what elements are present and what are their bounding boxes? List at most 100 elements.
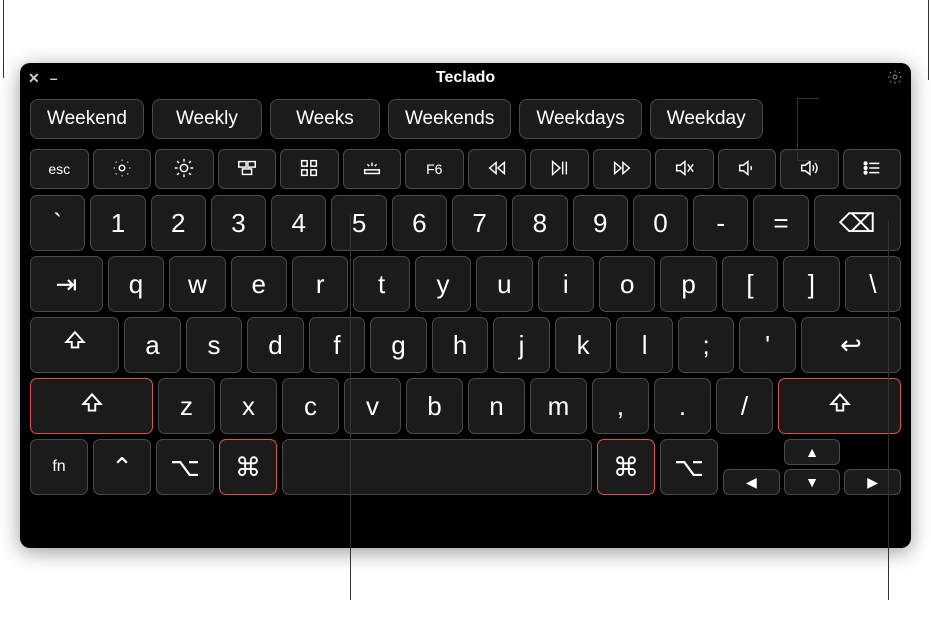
capslock-key[interactable] (30, 317, 119, 373)
key-l[interactable]: l (616, 317, 673, 373)
titlebar-controls: ✕ – (28, 69, 58, 87)
suggestion-item[interactable]: Weekend (30, 99, 144, 139)
mission-control-key[interactable] (218, 149, 277, 189)
suggestion-item[interactable]: Weekday (650, 99, 763, 139)
callout-line (797, 98, 819, 99)
key-8[interactable]: 8 (512, 195, 567, 251)
suggestion-item[interactable]: Weekly (152, 99, 262, 139)
key-c[interactable]: c (282, 378, 339, 434)
esc-key[interactable]: esc (30, 149, 89, 189)
key-slash[interactable]: / (716, 378, 773, 434)
key-u[interactable]: u (476, 256, 532, 312)
key-s[interactable]: s (186, 317, 243, 373)
f6-key[interactable]: F6 (405, 149, 464, 189)
key-4[interactable]: 4 (271, 195, 326, 251)
key-t[interactable]: t (353, 256, 409, 312)
key-r[interactable]: r (292, 256, 348, 312)
key-period[interactable]: . (654, 378, 711, 434)
spacebar-key[interactable] (282, 439, 592, 495)
shift-left-key[interactable] (30, 378, 153, 434)
key-h[interactable]: h (432, 317, 489, 373)
key-backtick[interactable]: ` (30, 195, 85, 251)
key-k[interactable]: k (555, 317, 612, 373)
arrow-down-key[interactable]: ▼ (784, 469, 841, 495)
minimize-icon[interactable]: – (50, 69, 58, 87)
play-pause-key[interactable] (530, 149, 589, 189)
key-e[interactable]: e (231, 256, 287, 312)
key-backslash[interactable]: \ (845, 256, 901, 312)
key-f[interactable]: f (309, 317, 366, 373)
key-y[interactable]: y (415, 256, 471, 312)
forward-icon (611, 157, 633, 182)
shift-right-key[interactable] (778, 378, 901, 434)
close-icon[interactable]: ✕ (28, 69, 40, 87)
gear-icon[interactable] (887, 72, 903, 88)
rewind-key[interactable] (468, 149, 527, 189)
volume-up-key[interactable] (780, 149, 839, 189)
mute-key[interactable] (655, 149, 714, 189)
key-i[interactable]: i (538, 256, 594, 312)
keyboard-window: ✕ – Teclado Weekend Weekly Weeks Weekend… (20, 63, 911, 548)
tab-key[interactable]: ⇥ (30, 256, 103, 312)
key-2[interactable]: 2 (151, 195, 206, 251)
key-0[interactable]: 0 (633, 195, 688, 251)
key-z[interactable]: z (158, 378, 215, 434)
key-w[interactable]: w (169, 256, 225, 312)
key-7[interactable]: 7 (452, 195, 507, 251)
suggestion-item[interactable]: Weekends (388, 99, 511, 139)
key-bracket-left[interactable]: [ (722, 256, 778, 312)
key-m[interactable]: m (530, 378, 587, 434)
key-q[interactable]: q (108, 256, 164, 312)
key-comma[interactable]: , (592, 378, 649, 434)
zxcv-row: z x c v b n m , . / (30, 378, 901, 434)
arrow-left-key[interactable]: ◀ (723, 469, 780, 495)
list-icon (861, 157, 883, 182)
key-g[interactable]: g (370, 317, 427, 373)
key-bracket-right[interactable]: ] (783, 256, 839, 312)
key-area: ` 1 2 3 4 5 6 7 8 9 0 - = ⌫ ⇥ q w e r t … (20, 195, 911, 505)
volume-down-key[interactable] (718, 149, 777, 189)
fn-key[interactable]: fn (30, 439, 88, 495)
forward-key[interactable] (593, 149, 652, 189)
arrow-right-key[interactable]: ▶ (844, 469, 901, 495)
key-minus[interactable]: - (693, 195, 748, 251)
key-quote[interactable]: ' (739, 317, 796, 373)
key-semicolon[interactable]: ; (678, 317, 735, 373)
list-menu-key[interactable] (843, 149, 902, 189)
arrow-up-key[interactable]: ▲ (784, 439, 840, 465)
rewind-icon (486, 157, 508, 182)
key-x[interactable]: x (220, 378, 277, 434)
callout-line (350, 215, 351, 600)
key-p[interactable]: p (660, 256, 716, 312)
key-d[interactable]: d (247, 317, 304, 373)
option-right-key[interactable]: ⌥ (660, 439, 718, 495)
key-o[interactable]: o (599, 256, 655, 312)
key-a[interactable]: a (124, 317, 181, 373)
backspace-icon: ⌫ (839, 208, 876, 239)
qwerty-row: ⇥ q w e r t y u i o p [ ] \ (30, 256, 901, 312)
key-n[interactable]: n (468, 378, 525, 434)
launchpad-icon (298, 157, 320, 182)
launchpad-key[interactable] (280, 149, 339, 189)
return-key[interactable]: ↩ (801, 317, 901, 373)
number-row: ` 1 2 3 4 5 6 7 8 9 0 - = ⌫ (30, 195, 901, 251)
key-9[interactable]: 9 (573, 195, 628, 251)
key-6[interactable]: 6 (392, 195, 447, 251)
key-j[interactable]: j (493, 317, 550, 373)
control-key[interactable]: ⌃ (93, 439, 151, 495)
option-left-key[interactable]: ⌥ (156, 439, 214, 495)
key-5[interactable]: 5 (331, 195, 386, 251)
key-b[interactable]: b (406, 378, 463, 434)
brightness-down-key[interactable] (93, 149, 152, 189)
command-left-key[interactable]: ⌘ (219, 439, 277, 495)
brightness-up-key[interactable] (155, 149, 214, 189)
keyboard-brightness-key[interactable] (343, 149, 402, 189)
shift-icon (827, 390, 853, 423)
key-1[interactable]: 1 (90, 195, 145, 251)
key-3[interactable]: 3 (211, 195, 266, 251)
key-equals[interactable]: = (753, 195, 808, 251)
suggestion-item[interactable]: Weekdays (519, 99, 641, 139)
key-v[interactable]: v (344, 378, 401, 434)
suggestion-item[interactable]: Weeks (270, 99, 380, 139)
command-right-key[interactable]: ⌘ (597, 439, 655, 495)
